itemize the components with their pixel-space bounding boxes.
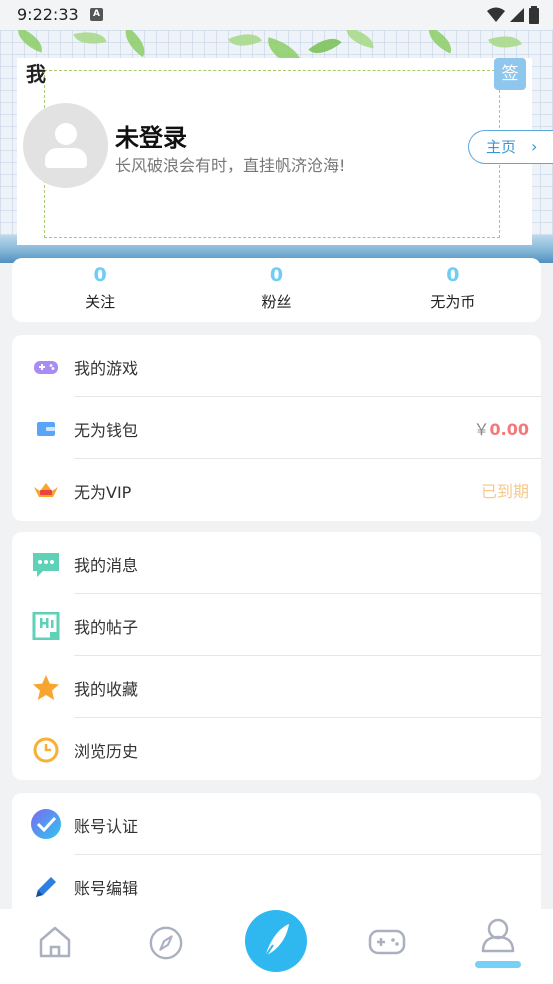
notification-icon: A (90, 8, 103, 21)
stats-bar: 0 关注 0 粉丝 0 无为币 (12, 258, 541, 322)
menu-label: 我的消息 (74, 556, 139, 575)
stat-value: 0 (269, 264, 284, 286)
stat-value: 0 (446, 264, 460, 286)
menu-label: 我的游戏 (74, 359, 139, 378)
nav-publish[interactable] (221, 909, 332, 984)
profile-icon (481, 918, 514, 953)
post-icon (32, 612, 60, 640)
menu-item-posts[interactable]: 我的帖子 (12, 594, 541, 656)
profile-card: 我 签 未登录 长风破浪会有时，直挂帆济沧海! 主页 › (17, 58, 553, 245)
menu-group-content: 我的消息 我的帖子 我的收藏 浏览历史 (12, 532, 541, 780)
gamepad-icon (34, 361, 58, 374)
menu-item-edit-account[interactable]: 账号编辑 (12, 855, 541, 917)
menu-label: 我的收藏 (74, 680, 139, 699)
verify-icon (31, 809, 61, 839)
user-name[interactable]: 未登录 (115, 118, 187, 153)
menu-item-my-games[interactable]: 我的游戏 (12, 335, 541, 397)
star-icon (33, 675, 59, 700)
vip-status: 已到期 (480, 482, 529, 501)
bottom-nav (0, 909, 553, 984)
home-icon (40, 926, 71, 958)
menu-label: 我的帖子 (74, 618, 139, 637)
menu-label: 账号认证 (74, 817, 139, 836)
stat-coins[interactable]: 0 无为币 (365, 258, 541, 322)
avatar[interactable] (23, 103, 108, 188)
chevron-right-icon: › (531, 137, 538, 156)
page-title: 我 (26, 62, 46, 86)
stat-value: 0 (93, 264, 107, 286)
wallet-icon (37, 422, 55, 436)
home-page-label: 主页 (486, 138, 517, 156)
stat-label: 无为币 (430, 293, 476, 311)
stat-fans[interactable]: 0 粉丝 (188, 258, 364, 322)
status-bar: 9:22:33 A (0, 0, 553, 30)
battery-icon (529, 6, 539, 24)
stat-follow[interactable]: 0 关注 (12, 258, 188, 322)
stat-label: 关注 (85, 293, 116, 311)
vip-icon (34, 483, 58, 497)
menu-item-history[interactable]: 浏览历史 (12, 718, 541, 780)
menu-item-verify[interactable]: 账号认证 (12, 793, 541, 855)
menu-group-games: 我的游戏 无为钱包 ￥0.00 无为VIP 已到期 (12, 335, 541, 521)
pencil-icon (36, 877, 56, 897)
menu-label: 无为VIP (74, 483, 132, 502)
nav-games[interactable] (332, 909, 443, 984)
sign-in-button[interactable]: 签 (494, 58, 526, 90)
stat-label: 粉丝 (261, 293, 292, 311)
nav-home[interactable] (0, 909, 111, 984)
menu-label: 账号编辑 (74, 879, 139, 898)
menu-label: 浏览历史 (74, 742, 139, 761)
menu-label: 无为钱包 (74, 421, 139, 440)
menu-item-favorites[interactable]: 我的收藏 (12, 656, 541, 718)
nav-profile[interactable] (442, 909, 553, 984)
message-icon (33, 553, 59, 577)
menu-group-account: 账号认证 账号编辑 (12, 793, 541, 918)
wallet-balance: ￥0.00 (474, 416, 530, 440)
currency-symbol: ￥ (473, 420, 490, 439)
game-controller-icon (368, 929, 406, 955)
nav-discover[interactable] (111, 909, 222, 984)
feather-icon (262, 924, 290, 961)
user-motto: 长风破浪会有时，直挂帆济沧海! (115, 156, 346, 175)
compass-icon (149, 926, 183, 960)
publish-button[interactable] (245, 910, 308, 972)
menu-item-vip[interactable]: 无为VIP 已到期 (12, 459, 541, 521)
status-time: 9:22:33 (17, 5, 79, 24)
wifi-icon (487, 7, 505, 22)
menu-item-wallet[interactable]: 无为钱包 ￥0.00 (12, 397, 541, 459)
wallet-amount: 0.00 (489, 420, 529, 439)
active-tab-indicator (474, 961, 521, 968)
home-page-button[interactable]: 主页 › (468, 130, 553, 164)
menu-item-messages[interactable]: 我的消息 (12, 532, 541, 594)
signal-icon (510, 8, 524, 22)
clock-icon (33, 737, 59, 763)
